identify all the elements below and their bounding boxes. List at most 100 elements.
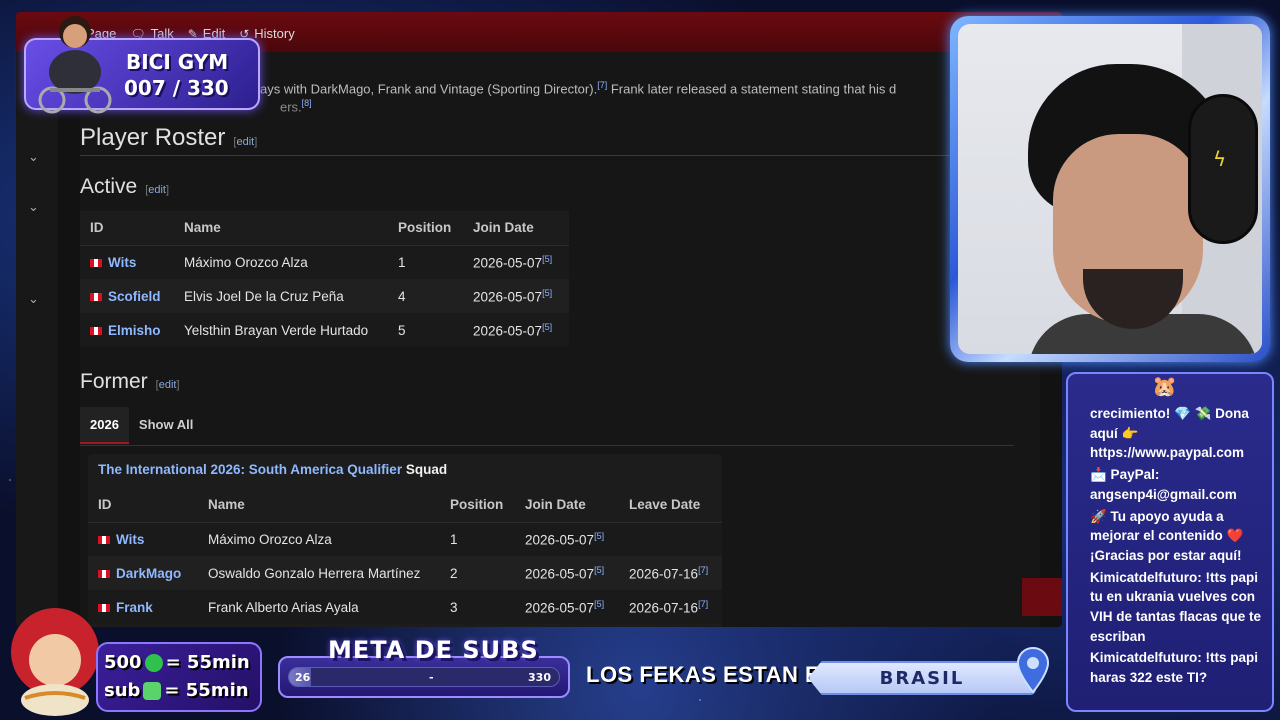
- fekas-label: LOS FEKAS ESTAN EN:: [586, 662, 845, 687]
- subs-line-1-num: 500: [104, 652, 142, 673]
- player-roster-heading: Player Roster [edit]: [80, 124, 257, 152]
- player-link[interactable]: Frank: [116, 600, 153, 615]
- join-date-cell: 2026-05-07[5]: [463, 245, 569, 279]
- leave-date-cell: 2026-07-16[7]: [619, 590, 722, 624]
- table-row: Frank Frank Alberto Arias Ayala 3 2026-0…: [88, 590, 722, 624]
- join-date: 2026-05-07: [525, 532, 595, 548]
- edit-link[interactable]: [edit]: [156, 379, 180, 391]
- player-id-cell: Wits: [80, 245, 174, 279]
- squad-label: Squad: [405, 462, 448, 477]
- ref-link[interactable]: [5]: [542, 254, 552, 264]
- player-position: 1: [440, 522, 515, 556]
- player-position: 3: [440, 590, 515, 624]
- peru-flag-icon: [90, 326, 102, 335]
- leave-date: 2026-07-16: [629, 566, 699, 582]
- leave-date-cell: 2026-07-16[7]: [619, 556, 722, 590]
- join-date-cell: 2026-05-07[5]: [515, 556, 619, 590]
- col-name: Name: [198, 488, 440, 523]
- intro-ref-1[interactable]: [7]: [597, 80, 607, 90]
- join-date: 2026-05-07: [525, 566, 595, 582]
- ref-link[interactable]: [5]: [542, 288, 552, 298]
- scroll-block: [1022, 578, 1062, 616]
- divider: [80, 445, 1014, 446]
- join-date-cell: 2026-05-07[5]: [463, 279, 569, 313]
- table-row: Wits Máximo Orozco Alza 1 2026-05-07[5]: [88, 522, 722, 556]
- intro-text-2: ers.[8]: [280, 98, 312, 114]
- join-date: 2026-05-07: [473, 255, 543, 271]
- col-position: Position: [388, 211, 463, 246]
- table-row: DarkMago Oswaldo Gonzalo Herrera Martíne…: [88, 556, 722, 590]
- tab-2026[interactable]: 2026: [80, 407, 129, 444]
- hamster-icon: 🐹: [1152, 374, 1177, 398]
- player-position: 1: [388, 245, 463, 279]
- ref-link[interactable]: [7]: [698, 599, 708, 609]
- subs-goal-end: 330: [528, 671, 551, 684]
- player-id-cell: Scofield: [80, 279, 174, 313]
- divider: [80, 155, 1040, 156]
- tab-show-all[interactable]: Show All: [129, 407, 203, 444]
- tournament-link[interactable]: The International 2026: South America Qu…: [98, 462, 402, 477]
- player-link[interactable]: Wits: [108, 255, 136, 270]
- edit-link[interactable]: [edit]: [233, 136, 257, 148]
- subs-goal-track: 26 - 330: [288, 667, 560, 687]
- col-id: ID: [88, 488, 198, 523]
- player-link[interactable]: Wits: [116, 532, 144, 547]
- intro-line-2: ers.: [280, 99, 302, 115]
- cyclist-avatar-icon: [38, 16, 112, 114]
- edit-link-label: edit: [158, 379, 177, 391]
- edit-link-label: edit: [236, 136, 255, 148]
- player-link[interactable]: Scofield: [108, 289, 161, 304]
- player-name: Elvis Joel De la Cruz Peña: [174, 279, 388, 313]
- ref-link[interactable]: [5]: [594, 565, 604, 575]
- country-banner: BRASIL: [808, 661, 1036, 695]
- player-name: Oswaldo Gonzalo Herrera Martínez: [198, 556, 440, 590]
- webcam-feed: ϟ: [958, 24, 1262, 354]
- intro-line-b: Frank later released a statement stating…: [607, 81, 897, 97]
- player-link[interactable]: Elmisho: [108, 323, 161, 338]
- edit-link[interactable]: [edit]: [145, 184, 169, 196]
- join-date: 2026-05-07: [473, 323, 543, 339]
- former-heading: Former [edit]: [80, 370, 180, 394]
- former-title: Former: [80, 370, 148, 393]
- ref-link[interactable]: [7]: [698, 565, 708, 575]
- chevron-down-icon[interactable]: ⌄: [28, 292, 39, 307]
- intro-text: ays with DarkMago, Frank and Vintage (Sp…: [260, 80, 896, 96]
- ref-link[interactable]: [5]: [594, 599, 604, 609]
- chat-message: 🚀 Tu apoyo ayuda a mejorar el contenido …: [1090, 508, 1244, 563]
- player-position: 4: [388, 279, 463, 313]
- intro-ref-2[interactable]: [8]: [302, 98, 312, 108]
- chat-message: Kimicatdelfuturo: !tts papi haras 322 es…: [1090, 650, 1258, 686]
- col-id: ID: [80, 211, 174, 246]
- chat-message: 📩 PayPal: angsenp4i@gmail.com: [1090, 467, 1237, 502]
- col-join-date: Join Date: [463, 211, 569, 246]
- join-date-cell: 2026-05-07[5]: [515, 590, 619, 624]
- table-row: Wits Máximo Orozco Alza 1 2026-05-07[5]: [80, 245, 569, 279]
- wiki-sidebar: ⌄ ⌄ ⌄: [16, 52, 58, 627]
- webcam-frame: ϟ: [950, 16, 1270, 362]
- peru-flag-icon: [98, 569, 110, 578]
- table-header-row: ID Name Position Join Date: [80, 211, 569, 246]
- wiki-tabs-history-label: History: [254, 26, 295, 41]
- subs-line-1: 500 = 55min: [104, 652, 250, 673]
- ref-link[interactable]: [5]: [594, 531, 604, 541]
- leave-date: 2026-07-16: [629, 600, 699, 616]
- active-heading: Active [edit]: [80, 175, 169, 199]
- chevron-down-icon[interactable]: ⌄: [28, 150, 39, 165]
- chat-message: Kimicatdelfuturo: !tts papi tu en ukrani…: [1090, 569, 1262, 644]
- chat-panel: 🐹 crecimiento! 💎 💸 Dona aquí 👉 https://w…: [1066, 372, 1274, 712]
- player-id-cell: Elmisho: [80, 313, 174, 347]
- squad-title: The International 2026: South America Qu…: [98, 462, 447, 477]
- ref-link[interactable]: [5]: [542, 322, 552, 332]
- col-join-date: Join Date: [515, 488, 619, 523]
- player-name: Yelsthin Brayan Verde Hurtado: [174, 313, 388, 347]
- streamer-figure: ϟ: [1028, 64, 1258, 354]
- active-title: Active: [80, 175, 138, 198]
- location-pin-icon: [1016, 646, 1050, 694]
- chevron-down-icon[interactable]: ⌄: [28, 200, 39, 215]
- table-header-row: ID Name Position Join Date Leave Date: [88, 488, 722, 523]
- player-link[interactable]: DarkMago: [116, 566, 181, 581]
- join-date: 2026-05-07: [473, 289, 543, 305]
- subs-goal-title: META DE SUBS: [328, 636, 539, 664]
- intro-line: ays with DarkMago, Frank and Vintage (Sp…: [260, 81, 598, 97]
- mascot-avatar-icon: [11, 608, 99, 716]
